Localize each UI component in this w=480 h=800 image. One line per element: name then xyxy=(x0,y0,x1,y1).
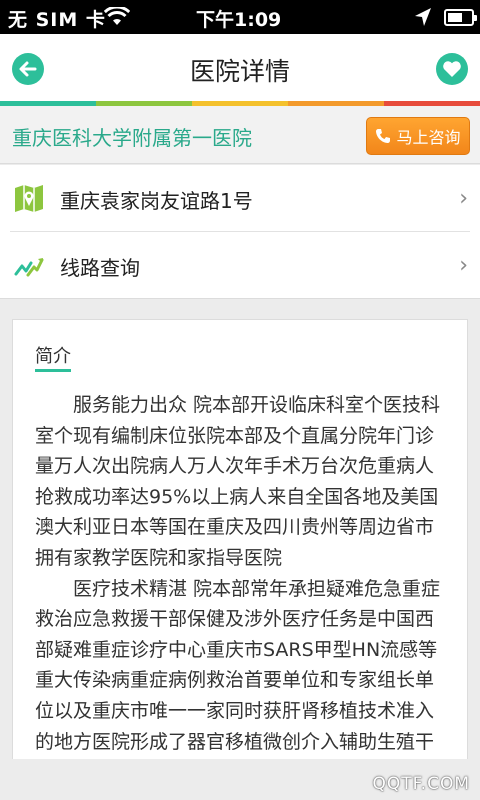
address-text: 重庆袁家岗友谊路1号 xyxy=(60,189,253,213)
heading-underline xyxy=(35,369,71,372)
intro-text: 服务能力出众 院本部开设临床科室个医技科室个现有编制床位张院本部及个直属分院年门… xyxy=(35,390,449,759)
map-icon xyxy=(15,185,43,212)
route-query-row[interactable]: 线路查询 › xyxy=(0,232,480,298)
clock: 下午1:09 xyxy=(196,9,282,31)
consult-button[interactable]: 马上咨询 xyxy=(366,117,470,155)
intro-paragraph: 服务能力出众 院本部开设临床科室个医技科室个现有编制床位张院本部及个直属分院年门… xyxy=(35,394,441,569)
location-list: 重庆袁家岗友谊路1号 › 线路查询 › xyxy=(0,165,480,299)
page-title: 医院详情 xyxy=(189,57,290,86)
battery-icon xyxy=(444,9,477,26)
intro-card: 简介 服务能力出众 院本部开设临床科室个医技科室个现有编制床位张院本部及个直属分… xyxy=(12,319,468,759)
consult-button-label: 马上咨询 xyxy=(396,128,461,147)
intro-heading: 简介 xyxy=(35,346,71,367)
location-arrow-icon xyxy=(414,7,432,31)
address-row[interactable]: 重庆袁家岗友谊路1号 › xyxy=(0,165,480,231)
status-bar: 无 SIM 卡 下午1:09 xyxy=(0,0,480,34)
hospital-name-bar: 重庆医科大学附属第一医院 马上咨询 xyxy=(0,106,480,164)
heart-icon xyxy=(443,61,461,77)
phone-icon xyxy=(376,129,391,143)
favorite-button[interactable] xyxy=(436,53,468,85)
hospital-name: 重庆医科大学附属第一医院 xyxy=(12,126,252,150)
route-query-label: 线路查询 xyxy=(60,256,140,280)
chevron-right-icon: › xyxy=(459,186,468,211)
top-navigation-bar: 医院详情 xyxy=(0,34,480,102)
intro-paragraph: 医疗技术精湛 院本部常年承担疑难危急重症救治应急救援干部保健及涉外医疗任务是中国… xyxy=(35,577,441,753)
route-icon xyxy=(14,258,44,277)
carrier-label: 无 SIM 卡 xyxy=(8,9,106,31)
chevron-right-icon: › xyxy=(459,253,468,278)
wifi-icon xyxy=(103,5,131,31)
site-watermark: QQTF.COM xyxy=(372,774,470,794)
